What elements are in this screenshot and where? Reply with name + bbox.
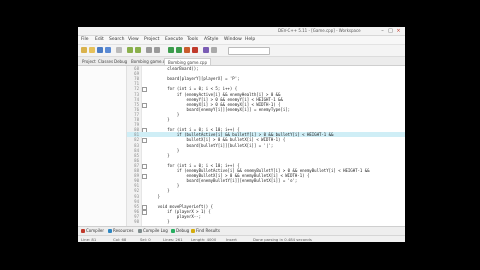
print-icon[interactable] <box>116 47 122 53</box>
status-sel: Sel: 0 <box>140 237 151 242</box>
run-icon[interactable] <box>176 47 182 53</box>
code-line[interactable]: 98 } <box>127 219 405 224</box>
find-icon[interactable] <box>146 47 152 53</box>
menu-file[interactable]: File <box>81 37 89 42</box>
status-message: Done parsing in 0.484 seconds <box>253 237 312 242</box>
tab-find-results-label: Find Results <box>196 228 220 233</box>
menu-tools[interactable]: Tools <box>187 37 198 42</box>
tab-file-2[interactable]: Bombing game.cpp <box>164 58 211 65</box>
tab-debug-output[interactable]: Debug <box>171 228 189 233</box>
undo-icon[interactable] <box>127 47 133 53</box>
stop-icon[interactable] <box>211 47 217 53</box>
compiler-select[interactable] <box>228 47 270 55</box>
file-tab-row: Project Classes Debug Bombing game.cpp B… <box>78 57 405 66</box>
find-results-icon <box>191 229 195 233</box>
tab-find-results[interactable]: Find Results <box>191 228 220 233</box>
status-mode: Insert <box>226 237 237 242</box>
menu-bar: File Edit Search View Project Execute To… <box>78 36 405 45</box>
tab-debug-output-label: Debug <box>176 228 190 233</box>
window-title: DEV-C++ 5.11 - [Game.cpp] - Workspace <box>278 28 361 33</box>
menu-astyle[interactable]: AStyle <box>204 37 218 42</box>
open-folder-icon[interactable] <box>89 47 95 53</box>
status-col: Col: 68 <box>113 237 127 242</box>
menu-search[interactable]: Search <box>109 37 124 42</box>
menu-edit[interactable]: Edit <box>95 37 104 42</box>
menu-project[interactable]: Project <box>144 37 159 42</box>
redo-icon[interactable] <box>135 47 141 53</box>
save-icon[interactable] <box>97 47 103 53</box>
rebuild-icon[interactable] <box>192 47 198 53</box>
tab-compiler[interactable]: Compiler <box>81 228 104 233</box>
ide-window: DEV-C++ 5.11 - [Game.cpp] - Workspace – … <box>78 27 405 242</box>
menu-execute[interactable]: Execute <box>165 37 183 42</box>
menu-help[interactable]: Help <box>245 37 255 42</box>
new-file-icon[interactable] <box>81 47 87 53</box>
status-line: Line: 81 <box>81 237 97 242</box>
menu-window[interactable]: Window <box>224 37 242 42</box>
tab-resources-label: Resources <box>113 228 134 233</box>
tab-compiler-label: Compiler <box>86 228 105 233</box>
tab-compile-log-label: Compile Log <box>143 228 168 233</box>
maximize-icon[interactable]: □ <box>387 28 394 34</box>
tab-resources[interactable]: Resources <box>108 228 133 233</box>
resources-icon <box>108 229 112 233</box>
menu-view[interactable]: View <box>128 37 139 42</box>
debug-icon[interactable] <box>203 47 209 53</box>
project-panel <box>78 66 127 226</box>
minimize-icon[interactable]: – <box>379 28 386 34</box>
line-number: 98 <box>134 219 139 224</box>
code-text: } <box>148 219 170 224</box>
status-bar: Line: 81 Col: 68 Sel: 0 Lines: 261 Lengt… <box>78 235 405 242</box>
compiler-icon <box>81 229 85 233</box>
close-icon[interactable]: × <box>395 28 402 34</box>
save-all-icon[interactable] <box>105 47 111 53</box>
code-editor[interactable]: 68 clearBoard(); 69 70 board[playerY][play… <box>127 66 405 226</box>
compile-icon[interactable] <box>168 47 174 53</box>
tab-compile-log[interactable]: Compile Log <box>138 228 168 233</box>
status-lines: Lines: 261 <box>163 237 183 242</box>
compile-run-icon[interactable] <box>184 47 190 53</box>
compile-log-icon <box>138 229 142 233</box>
debug-output-icon <box>171 229 175 233</box>
status-length: Length: 4000 <box>191 237 217 242</box>
replace-icon[interactable] <box>154 47 160 53</box>
toolbar <box>78 45 405 57</box>
title-bar: DEV-C++ 5.11 - [Game.cpp] - Workspace – … <box>78 27 405 36</box>
bottom-panel-tabs: Compiler Resources Compile Log Debug Fin… <box>78 226 405 235</box>
